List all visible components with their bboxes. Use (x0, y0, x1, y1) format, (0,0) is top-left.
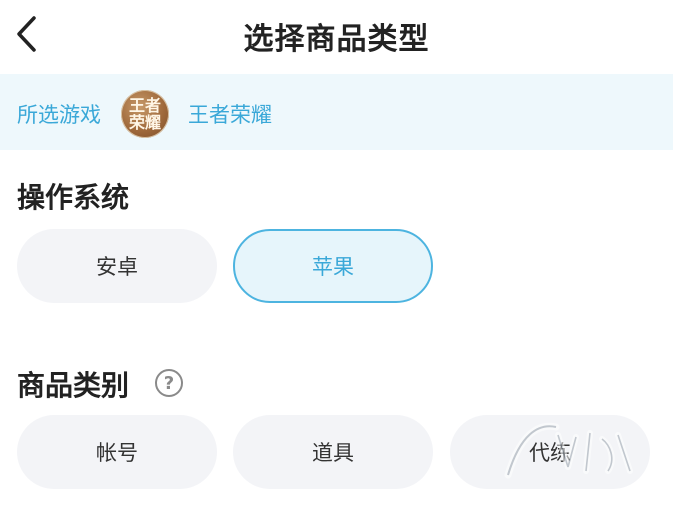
top-bar: 选择商品类型 (0, 0, 673, 74)
selected-game-bar: 所选游戏 (0, 74, 673, 150)
game-icon-text-line1: 王者 (128, 96, 161, 115)
selected-game-label: 所选游戏 (17, 103, 101, 127)
page-title: 选择商品类型 (243, 22, 430, 57)
page: 选择商品类型 所选游戏 王者 荣耀 王者荣耀 操作系统 安卓 苹果 商品类别 ?… (0, 0, 673, 515)
category-section-title: 商品类别 (17, 369, 130, 402)
os-option-ios[interactable]: 苹果 (233, 229, 433, 303)
category-option-account[interactable]: 帐号 (17, 415, 217, 489)
category-option-items[interactable]: 道具 (233, 415, 433, 489)
watermark-logo (504, 422, 633, 479)
game-icon-text-line2: 荣耀 (128, 113, 161, 132)
os-option-android[interactable]: 安卓 (17, 229, 217, 303)
game-icon: 王者 荣耀 (121, 90, 169, 138)
selected-game-name[interactable]: 王者荣耀 (188, 99, 272, 129)
help-icon[interactable]: ? (155, 369, 183, 397)
os-section-title: 操作系统 (17, 181, 130, 214)
